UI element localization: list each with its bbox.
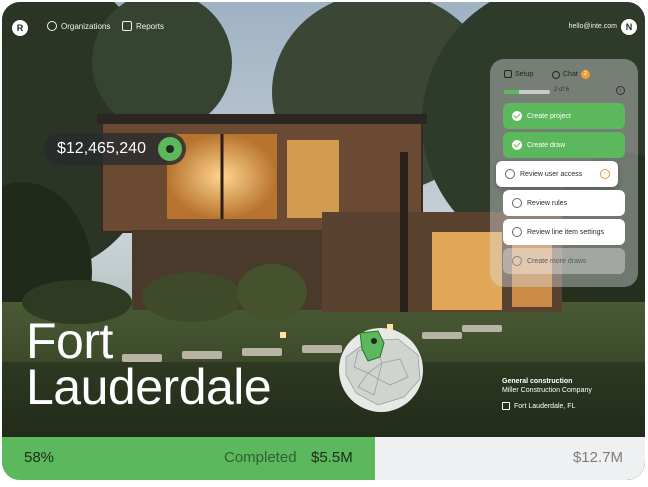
project-info: General construction Miller Construction… (502, 378, 592, 410)
nav-reports-label: Reports (136, 21, 165, 31)
step-label: Create project (527, 112, 571, 120)
arrow-right-icon[interactable]: › (600, 169, 610, 179)
user-email[interactable]: hello@inte.com (569, 23, 617, 30)
tab-chat-label: Chat (563, 71, 578, 78)
step-create-draw[interactable]: Create draw (503, 132, 625, 158)
city-title: Fort Lauderdale (26, 313, 272, 415)
project-location: Fort Lauderdale, FL (502, 402, 592, 410)
app-logo[interactable]: R (12, 20, 28, 36)
step-label: Review line item settings (527, 228, 605, 236)
step-label: Review rules (527, 199, 568, 207)
app-frame: R Organizations Reports hello@inte.com N… (2, 2, 645, 480)
top-nav: R Organizations Reports hello@inte.com N (2, 2, 645, 46)
setup-checklist-panel: Setup Chat 2 2 of 6 › Create project Cre… (490, 59, 638, 287)
total-value: $12.7M (572, 449, 623, 466)
setup-progress-bar (504, 90, 550, 94)
company-name: Miller Construction Company (502, 387, 592, 394)
step-label: Create more draws (527, 257, 587, 265)
chat-count-badge: 2 (580, 70, 590, 79)
setup-icon (504, 70, 512, 78)
circle-icon (512, 256, 522, 266)
setup-progress-text: 2 of 6 (554, 87, 570, 93)
step-review-user-access[interactable]: Review user access › (496, 161, 618, 187)
check-icon (512, 140, 522, 150)
completed-label: Completed (224, 449, 297, 466)
nav-organizations[interactable]: Organizations (47, 21, 110, 31)
avatar[interactable]: N (621, 19, 637, 35)
step-create-project[interactable]: Create project (503, 103, 625, 129)
price-pill[interactable]: $12,465,240 (44, 133, 186, 165)
circle-icon (505, 169, 515, 179)
nav-reports[interactable]: Reports (122, 21, 164, 31)
step-label: Review user access (520, 170, 583, 178)
step-review-rules[interactable]: Review rules (503, 190, 625, 216)
city-title-line: Fort (26, 313, 113, 369)
setup-progress-fill (504, 90, 520, 94)
location-icon (502, 402, 510, 410)
completed-value: $5.5M (311, 449, 353, 466)
project-price: $12,465,240 (57, 140, 146, 157)
chat-icon (552, 70, 560, 79)
step-review-line-item-settings[interactable]: Review line item settings (503, 219, 625, 245)
tab-chat[interactable]: Chat 2 (552, 70, 590, 79)
reports-icon (122, 21, 132, 31)
contract-role: General construction (502, 378, 573, 385)
city-title-line: Lauderdale (26, 359, 272, 415)
completion-percent: 58% (24, 449, 55, 466)
completion-bar: 58% Completed $5.5M $12.7M (2, 437, 645, 480)
check-icon (512, 111, 522, 121)
price-toggle-button[interactable] (158, 137, 182, 161)
location-label: Fort Lauderdale, FL (514, 402, 576, 410)
nav-organizations-label: Organizations (61, 21, 111, 31)
circle-icon (512, 198, 522, 208)
step-create-more-draws[interactable]: Create more draws (503, 248, 625, 274)
step-label: Create draw (527, 141, 566, 149)
circle-icon (512, 227, 522, 237)
arrow-right-icon[interactable]: › (616, 86, 625, 95)
tab-setup-label: Setup (515, 70, 534, 78)
tab-setup[interactable]: Setup (504, 70, 533, 78)
organizations-icon (47, 21, 57, 31)
state-map-icon[interactable] (338, 327, 424, 413)
